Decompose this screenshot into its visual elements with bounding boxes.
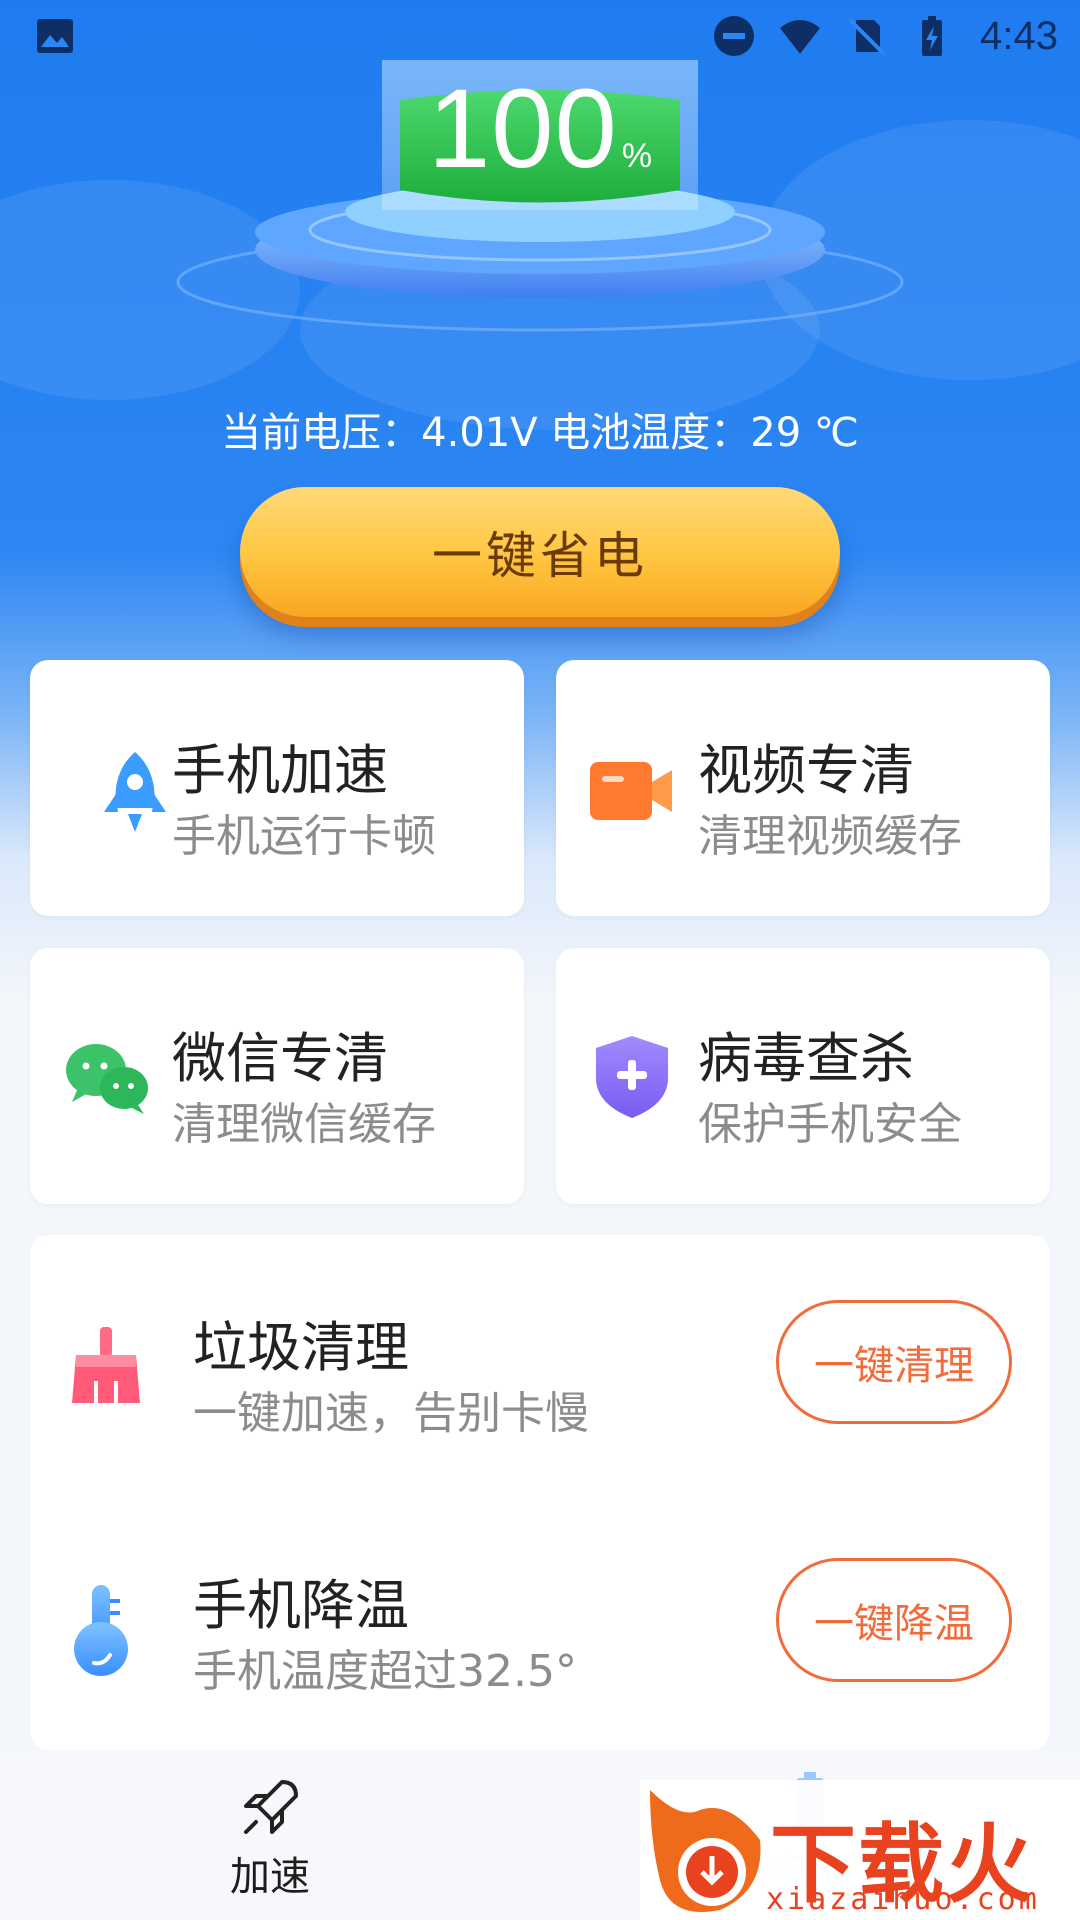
flame-logo-icon [650, 1790, 761, 1912]
rocket-icon [104, 752, 166, 832]
feature-title: 视频专清 [698, 739, 914, 802]
gallery-icon [37, 19, 73, 53]
battery-percent-value: 100 [427, 66, 618, 191]
one-click-save-power-button[interactable]: 一键省电 [240, 487, 840, 617]
battery-charging-icon [922, 16, 943, 56]
list-item-title: 垃圾清理 [193, 1316, 409, 1379]
watermark-url: xiazaihuo.com [766, 1882, 1040, 1917]
feature-card-wechat-clean[interactable]: 微信专清 清理微信缓存 [30, 948, 524, 1204]
tab-boost[interactable]: 加速 [210, 1776, 330, 1902]
one-click-cool-button[interactable]: 一键降温 [776, 1558, 1012, 1682]
video-camera-icon [590, 762, 672, 820]
broom-icon [72, 1327, 140, 1403]
clock: 4:43 [980, 13, 1058, 58]
one-click-clean-button[interactable]: 一键清理 [776, 1300, 1012, 1424]
rocket-outline-icon [244, 1780, 298, 1834]
tab-label: 加速 [230, 1854, 310, 1900]
battery-illustration: 100% [0, 60, 1080, 340]
battery-percentage: 100% [0, 64, 1080, 193]
watermark: 下载火 xiazaihuo.com [640, 1780, 1080, 1920]
list-item-junk-clean: 垃圾清理 一键加速，告别卡慢 一键清理 [30, 1235, 1050, 1485]
battery-status-line: 当前电压：4.01V 电池温度：29 ℃ [221, 410, 859, 456]
feature-card-virus-scan[interactable]: 病毒查杀 保护手机安全 [556, 948, 1050, 1204]
feature-card-phone-boost[interactable]: 手机加速 手机运行卡顿 [30, 660, 524, 916]
feature-title: 病毒查杀 [698, 1027, 914, 1090]
feature-card-video-clean[interactable]: 视频专清 清理视频缓存 [556, 660, 1050, 916]
list-item-phone-cooling: 手机降温 手机温度超过32.5° 一键降温 [30, 1493, 1050, 1743]
thermometer-icon [74, 1585, 128, 1676]
battery-percent-unit: % [621, 137, 653, 175]
quick-actions-list: 垃圾清理 一键加速，告别卡慢 一键清理 手机降温 手机温度超过32.5° 一键降… [30, 1235, 1050, 1750]
feature-title: 微信专清 [172, 1027, 388, 1090]
feature-title: 手机加速 [172, 739, 388, 802]
list-item-subtitle: 一键加速，告别卡慢 [193, 1388, 589, 1439]
feature-subtitle: 清理微信缓存 [172, 1099, 436, 1150]
wechat-icon [66, 1044, 148, 1114]
feature-subtitle: 手机运行卡顿 [172, 811, 436, 862]
do-not-disturb-icon [714, 16, 755, 56]
feature-subtitle: 清理视频缓存 [698, 811, 962, 862]
list-item-title: 手机降温 [193, 1574, 409, 1637]
no-sim-icon [848, 18, 886, 56]
wifi-icon [780, 20, 821, 54]
list-item-subtitle: 手机温度超过32.5° [193, 1646, 577, 1697]
shield-plus-icon [596, 1036, 668, 1118]
feature-subtitle: 保护手机安全 [698, 1099, 962, 1150]
